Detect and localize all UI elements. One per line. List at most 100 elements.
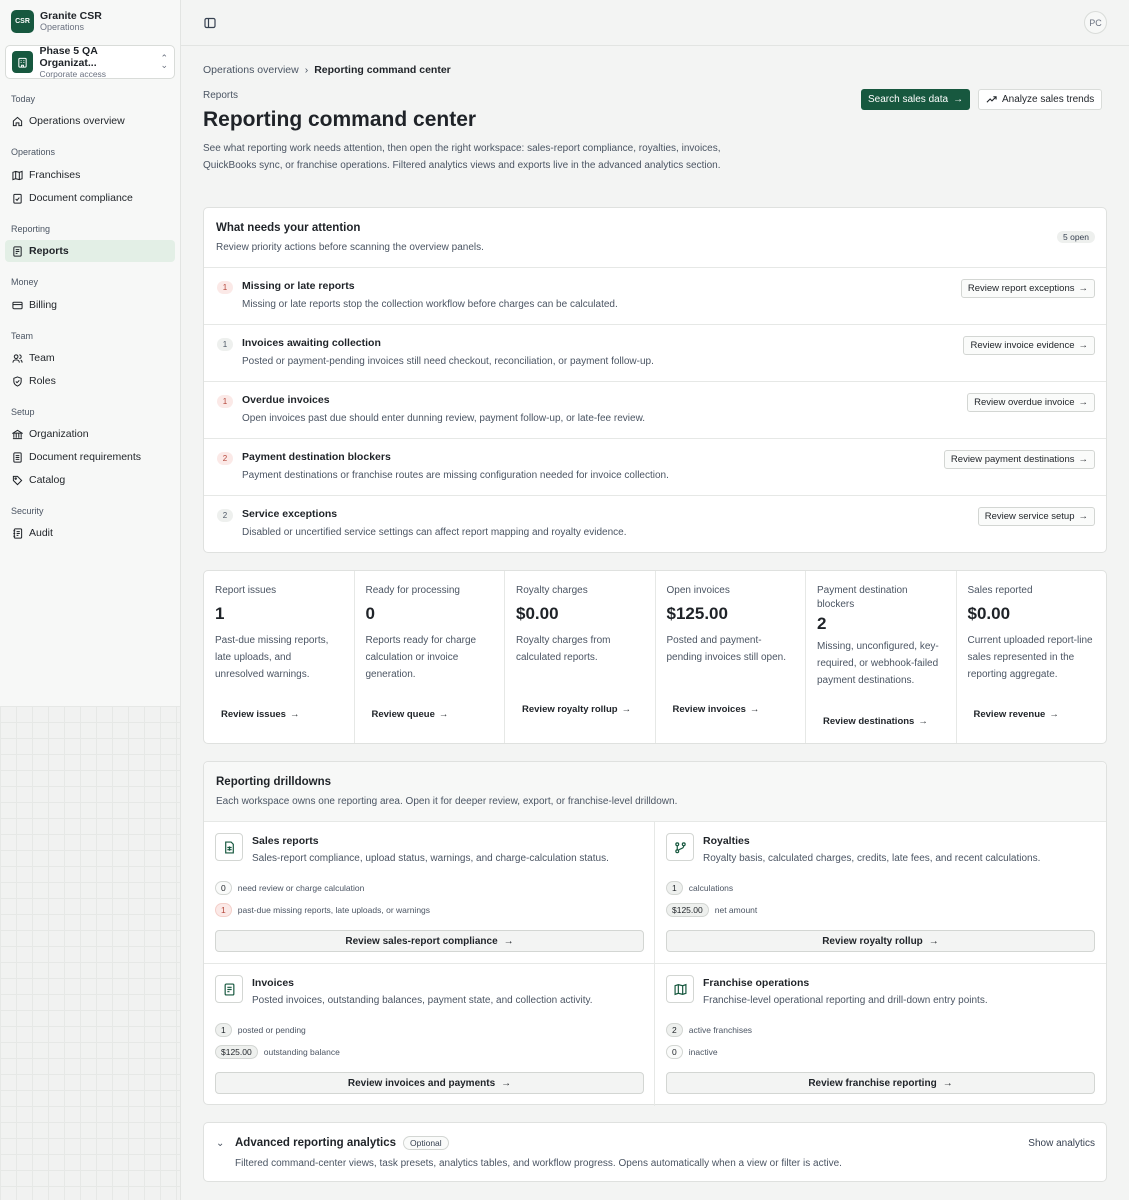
search-sales-data-button[interactable]: Search sales data → (861, 89, 971, 110)
drilldown-title: Franchise operations (703, 977, 810, 989)
drilldowns-subtitle: Each workspace owns one reporting area. … (216, 796, 678, 807)
open-count-badge: 5 open (1057, 231, 1095, 243)
sidebar-item-label: Audit (29, 527, 53, 539)
sidebar-item-label: Catalog (29, 474, 66, 486)
attention-row: 1 Missing or late reports Missing or lat… (204, 268, 1106, 325)
stat-value: $125.00 (215, 1045, 258, 1059)
review-invoice-evidence-button[interactable]: Review invoice evidence → (963, 336, 1095, 355)
drilldown-stat: 0 need review or charge calculation (215, 881, 364, 895)
brand-name: Granite CSR (40, 10, 102, 22)
organization-switcher[interactable]: Phase 5 QA Organizat... Corporate access… (5, 45, 175, 79)
button-label: Review invoice evidence (970, 340, 1075, 351)
page-title: Reporting command center (203, 108, 477, 131)
drilldown-stat: 1 calculations (666, 881, 733, 895)
arrow-right-icon: → (928, 935, 939, 947)
sidebar-item-reports[interactable]: Reports (5, 240, 175, 262)
attention-row-description: Missing or late reports stop the collect… (242, 299, 618, 310)
sidebar-item-document-requirements[interactable]: Document requirements (5, 446, 175, 468)
review-royalty-rollup-link[interactable]: Review royalty rollup → (522, 704, 631, 715)
review-royalty-rollup-button[interactable]: Review royalty rollup → (666, 930, 1095, 952)
review-issues-link[interactable]: Review issues → (221, 709, 299, 720)
chevron-down-icon[interactable]: ⌄ (216, 1138, 224, 1149)
nav-group-today: Today (11, 94, 36, 104)
arrow-right-icon: → (503, 935, 514, 947)
metric-ready-for-processing: Ready for processing 0 Reports ready for… (355, 571, 505, 743)
sidebar-background-grid (0, 706, 181, 1200)
arrow-right-icon: → (1078, 397, 1089, 408)
metric-label: Report issues (215, 585, 277, 596)
drilldown-stat: $125.00 net amount (666, 903, 757, 917)
analyze-sales-trends-button[interactable]: Analyze sales trends (978, 89, 1103, 110)
arrow-right-icon: → (1049, 709, 1059, 720)
sidebar-item-document-compliance[interactable]: Document compliance (5, 187, 175, 209)
royalties-icon (666, 833, 694, 861)
metric-sales-reported: Sales reported $0.00 Current uploaded re… (957, 571, 1107, 743)
link-label: Review revenue (973, 709, 1046, 720)
stat-label: posted or pending (237, 1025, 306, 1035)
sidebar-item-label: Document compliance (29, 192, 133, 204)
attention-row-title: Payment destination blockers (242, 451, 391, 463)
shield-check-icon (13, 375, 22, 387)
metrics-panel: Report issues 1 Past-due missing reports… (203, 570, 1107, 744)
metric-value: $0.00 (967, 604, 1011, 623)
advanced-analytics-panel[interactable]: ⌄ Advanced reporting analytics Optional … (203, 1122, 1107, 1182)
brand-logo: CSR (11, 10, 34, 33)
sidebar-item-organization[interactable]: Organization (5, 423, 175, 445)
user-avatar[interactable]: PC (1084, 11, 1107, 34)
review-overdue-invoice-button[interactable]: Review overdue invoice → (967, 393, 1095, 412)
button-label: Analyze sales trends (1002, 94, 1095, 105)
review-payment-destinations-button[interactable]: Review payment destinations → (943, 450, 1095, 469)
review-queue-link[interactable]: Review queue → (372, 709, 449, 720)
metric-report-issues: Report issues 1 Past-due missing reports… (204, 571, 355, 743)
metric-description: Royalty charges from calculated reports. (516, 635, 611, 663)
stat-value: 0 (666, 1045, 683, 1059)
attention-row: 2 Payment destination blockers Payment d… (204, 439, 1106, 496)
clipboard-check-icon (13, 193, 22, 204)
arrow-right-icon: → (953, 94, 964, 105)
tag-icon (12, 475, 23, 485)
attention-row-title: Service exceptions (242, 508, 338, 520)
drilldown-stat: 1 past-due missing reports, late uploads,… (215, 903, 430, 917)
review-destinations-link[interactable]: Review destinations → (823, 716, 928, 727)
stat-label: inactive (688, 1047, 718, 1057)
arrow-right-icon: → (942, 1077, 953, 1089)
drilldown-stat: 2 active franchises (666, 1023, 752, 1037)
review-invoices-link[interactable]: Review invoices → (673, 704, 760, 715)
sidebar-toggle-icon[interactable] (202, 15, 218, 31)
sidebar-item-team[interactable]: Team (5, 347, 175, 369)
brand[interactable]: CSR Granite CSR Operations (11, 10, 102, 33)
review-sales-report-compliance-button[interactable]: Review sales-report compliance → (215, 930, 644, 952)
invoice-icon (215, 975, 243, 1003)
arrow-right-icon: → (1078, 340, 1089, 351)
nav-group-security: Security (11, 506, 44, 516)
sales-report-icon (215, 833, 243, 861)
nav-group-team: Team (11, 331, 34, 341)
review-invoices-and-payments-button[interactable]: Review invoices and payments → (215, 1072, 644, 1094)
metric-value: $125.00 (666, 604, 728, 623)
organization-access: Corporate access (39, 68, 107, 79)
button-label: Search sales data (868, 94, 949, 105)
review-report-exceptions-button[interactable]: Review report exceptions → (960, 279, 1095, 298)
button-label: Review payment destinations (950, 454, 1075, 465)
sidebar-item-operations-overview[interactable]: Operations overview (5, 110, 175, 132)
review-service-setup-button[interactable]: Review service setup → (977, 507, 1095, 526)
sidebar-item-franchises[interactable]: Franchises (5, 164, 175, 186)
sidebar-item-catalog[interactable]: Catalog (5, 469, 175, 491)
review-revenue-link[interactable]: Review revenue → (974, 709, 1059, 720)
breadcrumb-parent-link[interactable]: Operations overview (203, 64, 299, 76)
sidebar-item-billing[interactable]: Billing (5, 294, 175, 316)
show-analytics-toggle[interactable]: Show analytics (1028, 1138, 1095, 1149)
link-label: Review queue (371, 709, 435, 720)
chevron-up-down-icon: ⌃ ⌄ (160, 53, 168, 70)
metric-label: Ready for processing (365, 585, 461, 596)
page-eyebrow: Reports (203, 90, 239, 101)
review-franchise-reporting-button[interactable]: Review franchise reporting → (666, 1072, 1095, 1094)
arrow-right-icon: → (438, 709, 449, 720)
sidebar-item-audit[interactable]: Audit (5, 522, 175, 544)
sidebar: CSR Granite CSR Operations Phase 5 QA Or… (0, 0, 181, 706)
attention-row: 2 Service exceptions Disabled or uncerti… (204, 496, 1106, 553)
link-label: Review invoices (672, 704, 746, 715)
drilldown-franchise-operations: Franchise operations Franchise-level ope… (655, 964, 1106, 1106)
sidebar-item-roles[interactable]: Roles (5, 370, 175, 392)
breadcrumb: Operations overview › Reporting command … (203, 64, 451, 76)
